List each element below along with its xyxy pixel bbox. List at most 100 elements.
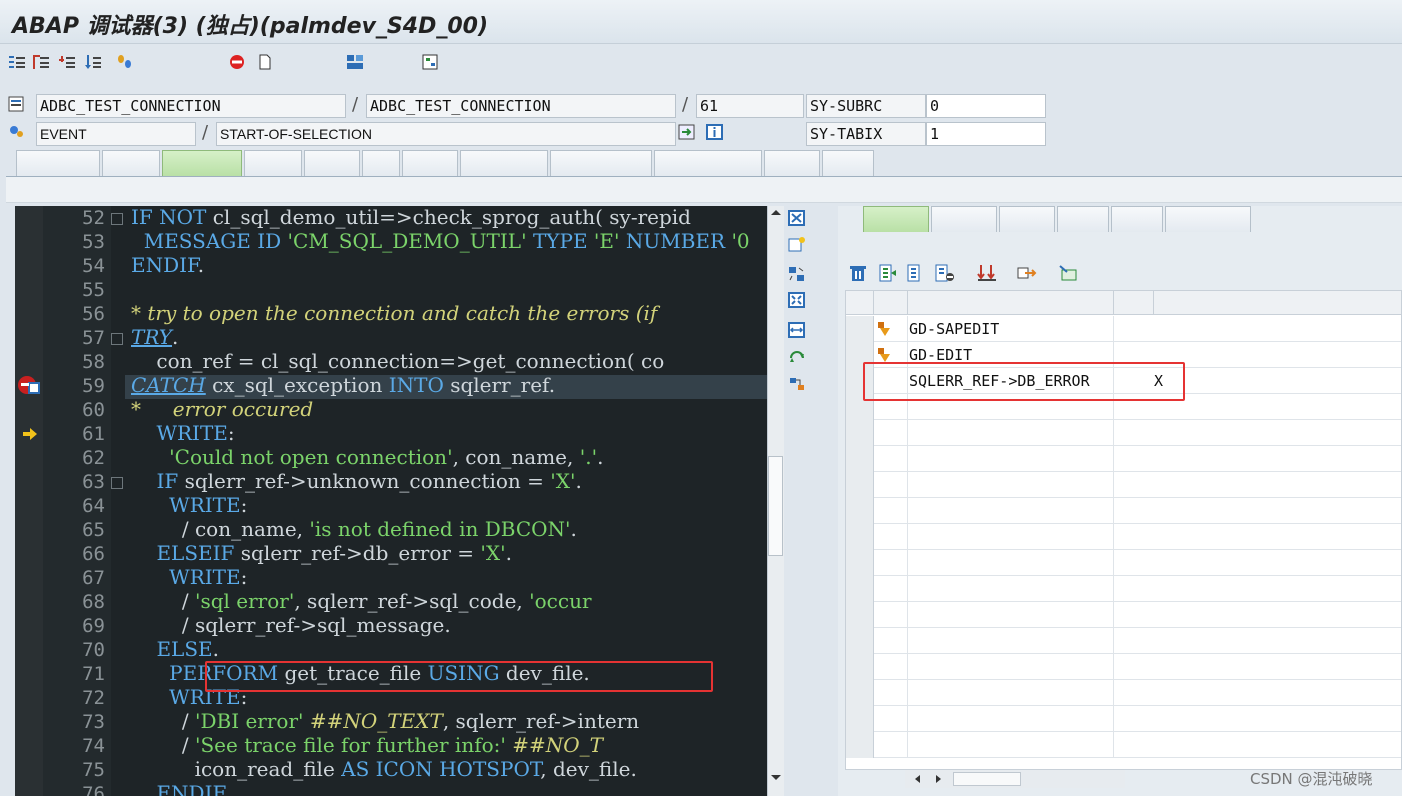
variable-name[interactable] xyxy=(908,628,1114,654)
variable-name[interactable] xyxy=(908,654,1114,680)
variable-name[interactable] xyxy=(908,602,1114,628)
var-tab-3[interactable] xyxy=(999,206,1055,232)
variable-value[interactable] xyxy=(1154,706,1394,732)
tab-8[interactable] xyxy=(460,150,548,176)
variable-value[interactable]: X xyxy=(1154,368,1394,394)
table-row[interactable] xyxy=(846,472,1401,498)
maximize-icon[interactable] xyxy=(788,210,806,226)
variable-name[interactable] xyxy=(908,498,1114,524)
marker-gutter[interactable] xyxy=(15,206,43,796)
variable-value[interactable] xyxy=(1154,420,1394,446)
variable-value[interactable] xyxy=(1154,472,1394,498)
tab-2[interactable] xyxy=(102,150,160,176)
program-field[interactable]: ADBC_TEST_CONNECTION xyxy=(36,94,346,118)
insert-variable-icon[interactable] xyxy=(879,264,897,282)
code-line[interactable]: MESSAGE ID 'CM_SQL_DEMO_UTIL' TYPE 'E' N… xyxy=(131,229,750,253)
code-line[interactable]: / 'sql error', sqlerr_ref->sql_code, 'oc… xyxy=(131,589,592,613)
breakpoint-icon[interactable] xyxy=(17,375,41,395)
header-val-short[interactable] xyxy=(1114,291,1154,315)
continue-button[interactable] xyxy=(84,50,105,74)
step-into-button[interactable] xyxy=(8,50,29,74)
variable-value[interactable] xyxy=(1154,732,1394,758)
navigate-icon[interactable] xyxy=(678,124,696,140)
code-line[interactable]: 'Could not open connection', con_name, '… xyxy=(131,445,603,469)
source-code-editor[interactable]: 52 IF NOT cl_sql_demo_util=>check_sprog_a… xyxy=(15,206,767,796)
variable-name[interactable] xyxy=(908,576,1114,602)
row-selector[interactable] xyxy=(846,472,874,498)
code-line[interactable]: ENDIF. xyxy=(131,781,229,796)
step-size-button[interactable] xyxy=(116,50,137,74)
row-selector[interactable] xyxy=(846,628,874,654)
code-line[interactable]: WRITE: xyxy=(131,421,234,445)
tab-3[interactable] xyxy=(162,150,242,176)
table-row[interactable] xyxy=(846,628,1401,654)
tab-6[interactable] xyxy=(362,150,400,176)
variable-value[interactable] xyxy=(1154,680,1394,706)
var-tab-6[interactable] xyxy=(1165,206,1251,232)
table-row[interactable]: GD-SAPEDIT xyxy=(846,316,1401,342)
code-line[interactable]: ENDIF. xyxy=(131,253,204,277)
fullscreen-icon[interactable] xyxy=(788,292,806,308)
table-row[interactable] xyxy=(846,732,1401,758)
grid-scroll-thumb[interactable] xyxy=(953,772,1021,786)
row-selector[interactable] xyxy=(846,498,874,524)
scroll-left-icon[interactable] xyxy=(913,774,923,784)
info-icon[interactable] xyxy=(706,124,724,140)
row-selector[interactable] xyxy=(846,524,874,550)
code-line[interactable]: ELSEIF sqlerr_ref->db_error = 'X'. xyxy=(131,541,512,565)
variable-value[interactable] xyxy=(1154,498,1394,524)
sort-icon[interactable] xyxy=(977,264,997,282)
code-line[interactable]: / sqlerr_ref->sql_message. xyxy=(131,613,451,637)
row-selector[interactable] xyxy=(846,602,874,628)
header-variable[interactable] xyxy=(908,291,1114,315)
code-line[interactable]: CATCH cx_sql_exception INTO sqlerr_ref. xyxy=(131,373,555,397)
code-line[interactable]: icon_read_file AS ICON HOTSPOT, dev_file… xyxy=(131,757,637,781)
tab-10[interactable] xyxy=(654,150,762,176)
tab-12[interactable] xyxy=(822,150,874,176)
variable-name[interactable] xyxy=(908,732,1114,758)
stop-button[interactable] xyxy=(228,50,249,74)
new-tool-icon[interactable] xyxy=(788,236,806,252)
editor-scroll-thumb[interactable] xyxy=(768,456,783,556)
include-field[interactable]: ADBC_TEST_CONNECTION xyxy=(366,94,676,118)
code-line[interactable]: * error occured xyxy=(131,397,313,421)
code-line[interactable]: / con_name, 'is not defined in DBCON'. xyxy=(131,517,577,541)
sysvar-value-1[interactable]: 0 xyxy=(926,94,1046,118)
table-row[interactable] xyxy=(846,680,1401,706)
layout-button[interactable] xyxy=(346,50,367,74)
code-line[interactable]: WRITE: xyxy=(131,493,247,517)
variable-value[interactable] xyxy=(1154,394,1394,420)
tab-9[interactable] xyxy=(550,150,652,176)
variable-value[interactable] xyxy=(1154,342,1394,368)
fold-toggle[interactable] xyxy=(111,477,123,489)
code-line[interactable]: / 'DBI error' ##NO_TEXT, sqlerr_ref->int… xyxy=(131,709,639,733)
remove-variable-icon[interactable] xyxy=(935,264,955,282)
code-line[interactable]: * try to open the connection and catch t… xyxy=(131,301,657,325)
row-selector[interactable] xyxy=(846,420,874,446)
export-icon[interactable] xyxy=(1017,264,1037,282)
table-row[interactable] xyxy=(846,498,1401,524)
grid-horizontal-scrollbar[interactable] xyxy=(905,770,1125,788)
header-status[interactable] xyxy=(874,291,908,315)
var-tab-2[interactable] xyxy=(931,206,997,232)
code-line[interactable]: / 'See trace file for further info:' ##N… xyxy=(131,733,603,757)
variable-name[interactable]: GD-SAPEDIT xyxy=(908,316,1114,342)
variable-name[interactable] xyxy=(908,420,1114,446)
scroll-up-icon[interactable] xyxy=(770,208,782,216)
variable-value[interactable] xyxy=(1154,524,1394,550)
table-row[interactable] xyxy=(846,524,1401,550)
tab-7[interactable] xyxy=(402,150,458,176)
table-row[interactable] xyxy=(846,602,1401,628)
var-tab-1[interactable] xyxy=(863,206,929,232)
event-name-field[interactable]: START-OF-SELECTION xyxy=(216,122,676,146)
row-selector[interactable] xyxy=(846,680,874,706)
resize-icon[interactable] xyxy=(788,322,806,338)
row-selector[interactable] xyxy=(846,576,874,602)
table-row[interactable] xyxy=(846,654,1401,680)
variable-name[interactable] xyxy=(908,524,1114,550)
code-line[interactable]: IF NOT cl_sql_demo_util=>check_sprog_aut… xyxy=(131,206,691,229)
return-button[interactable] xyxy=(58,50,79,74)
line-field[interactable]: 61 xyxy=(696,94,804,118)
delete-icon[interactable] xyxy=(849,264,867,282)
tab-11[interactable] xyxy=(764,150,820,176)
